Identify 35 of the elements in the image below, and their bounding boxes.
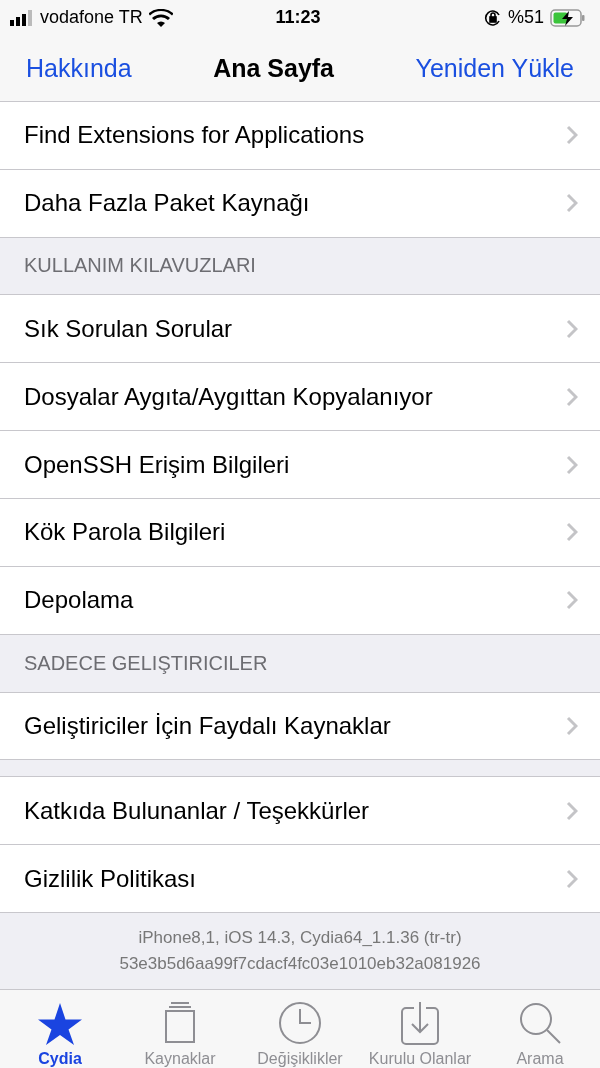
carrier-name: vodafone TR <box>40 7 143 29</box>
clock-time: 11:23 <box>275 7 321 29</box>
signal-icon <box>10 9 34 26</box>
list-row[interactable]: OpenSSH Erişim Bilgileri <box>0 431 600 499</box>
rotation-lock-icon <box>484 8 502 27</box>
chevron-icon <box>566 868 578 889</box>
section-header: SADECE GELIŞTIRICILER <box>0 634 600 693</box>
chevron-icon <box>566 193 578 214</box>
chevron-icon <box>566 454 578 475</box>
about-link[interactable]: Hakkında <box>26 53 132 83</box>
list-row[interactable]: Sık Sorulan Sorular <box>0 295 600 364</box>
tab[interactable]: Cydia <box>0 989 120 1068</box>
chevron-icon <box>566 716 578 736</box>
charging-battery-icon <box>550 8 586 27</box>
list-row[interactable]: Gizlilik Politikası <box>0 845 600 914</box>
list-row[interactable]: Geliştiriciler İçin Faydalı Kaynaklar <box>0 692 600 761</box>
list-row[interactable]: Daha Fazla Paket Kaynağı <box>0 169 600 238</box>
chevron-icon <box>566 590 578 611</box>
list-row[interactable]: Dosyalar Aygıta/Aygıttan Kopyalanıyor <box>0 363 600 432</box>
chevron-icon <box>566 125 578 146</box>
chevron-icon <box>566 522 578 543</box>
list-row[interactable]: Kök Parola Bilgileri <box>0 498 600 567</box>
device-info: 53e3b5d6aa99f7cdacf4fc03e1010eb32a081926 <box>119 953 481 976</box>
battery-percent: %51 <box>508 7 544 29</box>
wifi-icon <box>148 8 173 27</box>
page-title: Ana Sayfa <box>213 53 334 83</box>
reload-link[interactable]: Yeniden Yükle <box>415 53 574 83</box>
list-row[interactable]: Katkıda Bulunanlar / Teşekkürler <box>0 777 600 846</box>
chevron-icon <box>566 318 578 339</box>
chevron-icon <box>566 800 578 821</box>
list-row[interactable]: Find Extensions for Applications <box>0 101 600 170</box>
device-info: iPhone8,1, iOS 14.3, Cydia64_1.1.36 (tr-tr) <box>138 927 462 950</box>
clock-icon <box>277 999 323 1046</box>
chevron-icon <box>566 386 578 407</box>
list-row[interactable]: Depolama <box>0 566 600 635</box>
